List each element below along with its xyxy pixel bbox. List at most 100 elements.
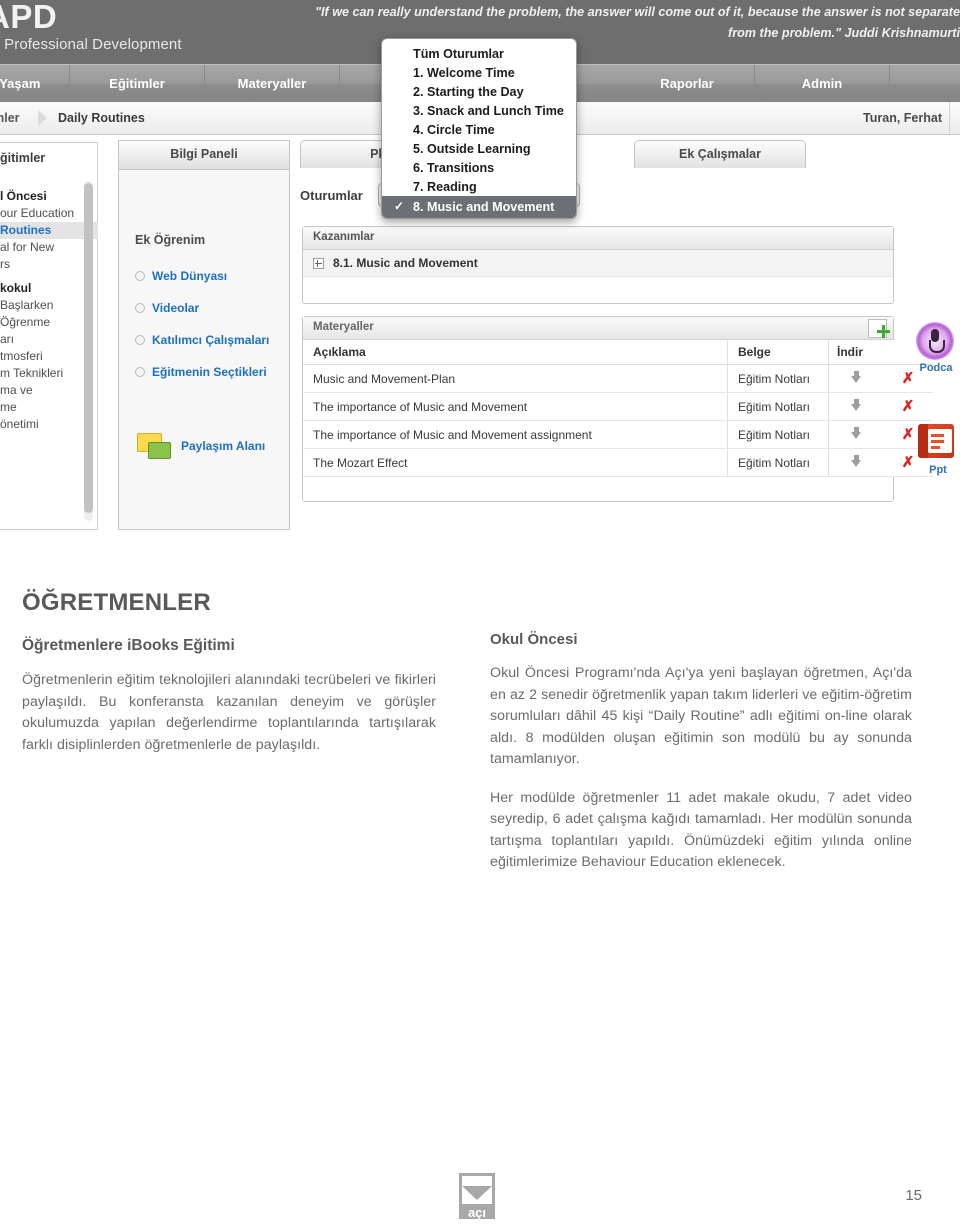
radio-bullet-icon xyxy=(135,366,145,377)
chat-bubbles-icon xyxy=(137,433,171,461)
dropdown-option-1[interactable]: 1. Welcome Time xyxy=(382,63,576,82)
left-column-paragraph: Öğretmenlerin eğitim teknolojileri alanı… xyxy=(22,672,436,753)
download-icon[interactable] xyxy=(850,371,862,383)
info-panel-title: Bilgi Paneli xyxy=(119,141,289,170)
ppt-bar-3 xyxy=(931,446,940,449)
ppt-bar-1 xyxy=(931,434,944,437)
material-description: The Mozart Effect xyxy=(303,448,728,477)
sessions-dropdown-menu[interactable]: Tüm Oturumlar 1. Welcome Time 2. Startin… xyxy=(381,38,577,219)
material-description: The importance of Music and Movement xyxy=(303,392,728,421)
download-icon[interactable] xyxy=(850,427,862,439)
plus-icon[interactable] xyxy=(877,325,890,338)
left-sidebar: ğitimler l Öncesi our Education Routines… xyxy=(0,142,98,530)
download-cell[interactable] xyxy=(828,364,883,393)
delete-cell[interactable]: ✗ xyxy=(883,392,933,421)
table-row[interactable]: The importance of Music and Movement ass… xyxy=(303,420,933,449)
nav-item-raporlar[interactable]: Raporlar xyxy=(620,65,755,103)
right-column-heading: Okul Öncesi xyxy=(490,631,578,648)
dropdown-option-6[interactable]: 6. Transitions xyxy=(382,158,576,177)
dropdown-header-tum-oturumlar[interactable]: Tüm Oturumlar xyxy=(382,44,576,63)
outcomes-row[interactable]: 8.1. Music and Movement xyxy=(303,250,893,277)
microphone-stand-icon xyxy=(929,340,945,353)
delete-icon[interactable]: ✗ xyxy=(902,426,915,443)
material-document: Eğitim Notları xyxy=(727,420,829,449)
materials-title-bar: Materyaller xyxy=(303,317,893,340)
podcast-icon xyxy=(916,322,954,360)
download-icon[interactable] xyxy=(850,455,862,467)
right-column: Okul Öncesi Okul Öncesi Programı'nda Açı… xyxy=(490,631,912,891)
table-row[interactable]: The importance of Music and Movement Eği… xyxy=(303,392,933,421)
left-column-heading: Öğretmenlere iBooks Eğitimi xyxy=(22,637,235,654)
left-column: Öğretmenlere iBooks Eğitimi Öğretmenleri… xyxy=(22,637,436,773)
radio-bullet-icon xyxy=(135,334,145,345)
table-row[interactable]: The Mozart Effect Eğitim Notları ✗ xyxy=(303,448,933,477)
powerpoint-icon xyxy=(918,424,954,458)
ppt-spine xyxy=(918,424,928,458)
dropdown-option-label: 8. Music and Movement xyxy=(413,199,555,214)
link-egitmenin-sectikleri[interactable]: Eğitmenin Seçtikleri xyxy=(135,365,267,379)
col-header-indir: İndir xyxy=(828,340,883,365)
sidebar-scrollbar-thumb[interactable] xyxy=(84,183,93,513)
download-cell[interactable] xyxy=(828,392,883,421)
ppt-bar-2 xyxy=(931,440,944,443)
tab-ek-calismalar[interactable]: Ek Çalışmalar xyxy=(634,140,806,168)
link-videolar[interactable]: Videolar xyxy=(135,301,199,315)
logo-triangle-shape xyxy=(462,1186,492,1200)
dropdown-option-4[interactable]: 4. Circle Time xyxy=(382,120,576,139)
article-section: ÖĞRETMENLER Öğretmenlere iBooks Eğitimi … xyxy=(0,531,960,1224)
outcomes-panel: Kazanımlar 8.1. Music and Movement xyxy=(302,226,894,304)
outcomes-title: Kazanımlar xyxy=(303,227,893,250)
materials-table: Açıklama Belge İndir Music and Movement-… xyxy=(303,340,933,477)
app-subtitle: çı Professional Development xyxy=(0,36,182,53)
link-label: Katılımcı Çalışmaları xyxy=(152,333,270,347)
dropdown-option-5[interactable]: 5. Outside Learning xyxy=(382,139,576,158)
dropdown-option-2[interactable]: 2. Starting the Day xyxy=(382,82,576,101)
right-column-paragraph-1: Okul Öncesi Programı'nda Açı'ya yeni baş… xyxy=(490,665,912,767)
material-document: Eğitim Notları xyxy=(727,448,829,477)
chat-bubble-green xyxy=(148,442,171,459)
share-label: Paylaşım Alanı xyxy=(181,439,266,453)
outcomes-row-label: 8.1. Music and Movement xyxy=(333,256,478,270)
breadcrumb-right-divider xyxy=(949,102,960,134)
nav-item-materyaller[interactable]: Materyaller xyxy=(205,65,340,103)
application-screenshot: APD çı Professional Development "If we c… xyxy=(0,0,960,531)
download-icon[interactable] xyxy=(850,399,862,411)
dropdown-option-8-selected[interactable]: ✓ 8. Music and Movement xyxy=(382,196,576,218)
aci-logo: açı xyxy=(459,1173,499,1219)
link-label: Eğitmenin Seçtikleri xyxy=(152,365,267,379)
info-panel: Bilgi Paneli Ek Öğrenim Web Dünyası Vide… xyxy=(118,140,290,530)
table-row[interactable]: Music and Movement-Plan Eğitim Notları ✗ xyxy=(303,364,933,393)
breadcrumb-current: Daily Routines xyxy=(58,111,145,125)
nav-item-egitimler[interactable]: Eğitimler xyxy=(70,65,205,103)
dropdown-option-7[interactable]: 7. Reading xyxy=(382,177,576,196)
logo-text: açı xyxy=(467,1205,487,1220)
radio-bullet-icon xyxy=(135,270,145,281)
col-header-belge: Belge xyxy=(727,340,829,365)
nav-item-admin[interactable]: Admin xyxy=(755,65,890,103)
materials-panel: Materyaller Açıklama Belge İndir Music a… xyxy=(302,316,933,502)
nav-item-yasam[interactable]: e Yaşam xyxy=(0,65,70,103)
materials-header-row: Açıklama Belge İndir xyxy=(303,340,933,365)
link-label: Web Dünyası xyxy=(152,269,228,283)
materials-title: Materyaller xyxy=(313,321,374,333)
download-cell[interactable] xyxy=(828,448,883,477)
breadcrumb-chevron-icon xyxy=(38,106,54,130)
material-document: Eğitim Notları xyxy=(727,364,829,393)
page-title: ÖĞRETMENLER xyxy=(22,589,211,616)
delete-icon[interactable]: ✗ xyxy=(902,398,915,415)
dropdown-option-3[interactable]: 3. Snack and Lunch Time xyxy=(382,101,576,120)
header-quote-line1: "If we can really understand the problem… xyxy=(315,5,960,19)
link-label: Videolar xyxy=(152,301,200,315)
material-description: The importance of Music and Movement ass… xyxy=(303,420,728,449)
app-logo-text: APD xyxy=(0,0,58,35)
podcast-label: Podca xyxy=(919,362,953,374)
expand-plus-icon[interactable] xyxy=(313,258,324,270)
download-cell[interactable] xyxy=(828,420,883,449)
col-header-aciklama: Açıklama xyxy=(303,340,728,365)
breadcrumb-parent[interactable]: itimler xyxy=(0,102,20,134)
ek-ogrenim-heading: Ek Öğrenim xyxy=(135,233,206,247)
material-description: Music and Movement-Plan xyxy=(303,364,728,393)
current-user-label[interactable]: Turan, Ferhat xyxy=(863,102,942,134)
link-katilimci-calismalari[interactable]: Katılımcı Çalışmaları xyxy=(135,333,269,347)
link-web-dunyasi[interactable]: Web Dünyası xyxy=(135,269,227,283)
